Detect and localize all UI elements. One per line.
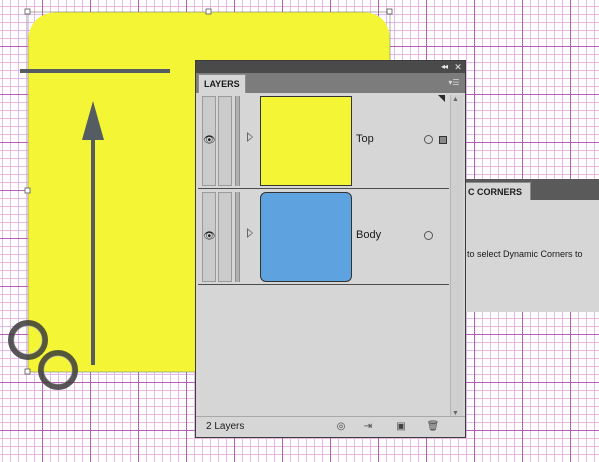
eye-icon: 👁 <box>203 135 216 146</box>
layer-row-top[interactable]: 👁 Top <box>198 94 449 189</box>
layer-name[interactable]: Body <box>356 229 381 241</box>
panel-menu-icon[interactable]: ▾☰ <box>447 77 461 89</box>
target-circle-icon[interactable] <box>424 135 433 144</box>
layers-panel: ◂◂ ✕ LAYERS ▾☰ 👁 Top 👁 Body ▲ ▼ 2 Layers… <box>195 60 466 438</box>
layer-color-bar <box>235 96 240 186</box>
layer-color-bar <box>235 192 240 282</box>
visibility-toggle[interactable]: 👁 <box>202 192 216 282</box>
layer-count: 2 Layers <box>206 421 245 432</box>
current-layer-indicator-icon <box>438 95 445 102</box>
panel-tabbar: LAYERS ▾☰ <box>196 73 465 93</box>
layer-name[interactable]: Top <box>356 133 374 145</box>
panel-footer: 2 Layers ◎ ⇥ ▣ 🗑 <box>196 416 465 437</box>
layer-row-body[interactable]: 👁 Body <box>198 190 449 285</box>
expand-triangle-icon[interactable] <box>247 132 253 142</box>
layer-thumbnail <box>260 192 352 282</box>
eye-icon: 👁 <box>203 231 216 242</box>
target-circle-icon[interactable] <box>424 231 433 240</box>
double-chevron-left-icon[interactable]: ◂◂ <box>438 62 450 72</box>
scroll-up-icon[interactable]: ▲ <box>452 96 459 103</box>
panel-titlebar[interactable]: ◂◂ ✕ <box>196 61 465 73</box>
tab-dynamic-corners[interactable]: C CORNERS <box>463 182 531 200</box>
layer-thumbnail <box>260 96 352 186</box>
trash-icon[interactable]: 🗑 <box>426 420 440 433</box>
close-icon[interactable]: ✕ <box>453 62 463 72</box>
dynamic-corners-tabbar: C CORNERS <box>463 179 599 200</box>
lock-toggle[interactable] <box>218 192 232 282</box>
dynamic-corners-panel: C CORNERS to select Dynamic Corners to <box>462 179 599 312</box>
expand-triangle-icon[interactable] <box>247 228 253 238</box>
new-sublayer-icon[interactable]: ▣ <box>394 420 408 433</box>
dynamic-corners-help-text: to select Dynamic Corners to <box>467 249 583 259</box>
layer-list: 👁 Top 👁 Body <box>198 94 449 285</box>
locate-object-icon[interactable]: ◎ <box>334 420 348 433</box>
selection-indicator-icon[interactable] <box>439 136 447 144</box>
tab-layers[interactable]: LAYERS <box>198 74 246 93</box>
lock-toggle[interactable] <box>218 96 232 186</box>
visibility-toggle[interactable]: 👁 <box>202 96 216 186</box>
make-clipping-mask-icon[interactable]: ⇥ <box>361 420 375 433</box>
scrollbar[interactable]: ▲ ▼ <box>450 95 463 418</box>
